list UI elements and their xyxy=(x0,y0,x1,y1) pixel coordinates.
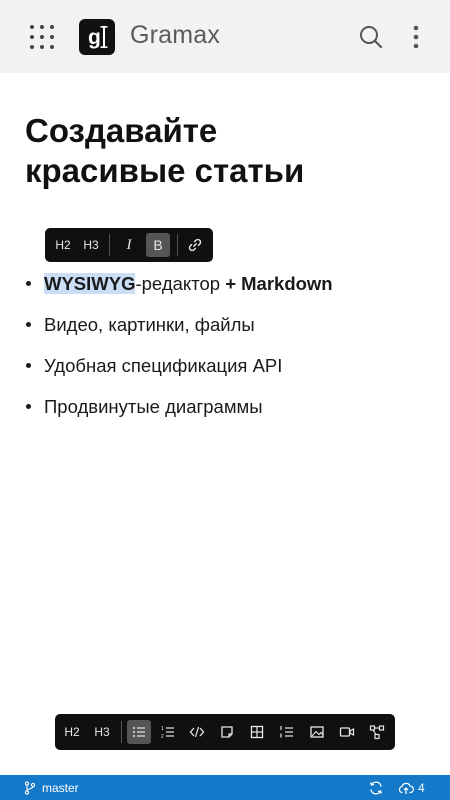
bold-button[interactable]: B xyxy=(146,233,170,257)
list-item[interactable]: Удобная спецификация API xyxy=(26,351,436,392)
bullet-dot xyxy=(26,322,31,327)
branch-switcher[interactable]: master xyxy=(24,780,79,796)
status-bar: master 4 xyxy=(0,775,450,800)
logo-letter: g xyxy=(88,26,101,49)
pending-count: 4 xyxy=(418,781,425,795)
feature-list[interactable]: WYSIWYG-редактор + Markdown Видео, карти… xyxy=(26,269,436,433)
toolbar-divider xyxy=(121,721,122,743)
git-branch-icon xyxy=(24,781,36,795)
app-title: Gramax xyxy=(130,21,221,49)
bullet-dot xyxy=(26,363,31,368)
selection-format-toolbar: H2 H3 I B xyxy=(45,228,213,262)
svg-text:1: 1 xyxy=(161,726,164,732)
list-item-text: Видео, картинки, файлы xyxy=(44,314,255,335)
app-header: g Gramax xyxy=(0,0,450,73)
image-icon[interactable] xyxy=(305,720,329,744)
bullet-dot xyxy=(26,281,31,286)
bullet-list-icon[interactable] xyxy=(127,720,151,744)
task-list-icon[interactable] xyxy=(275,720,299,744)
more-vertical-icon[interactable] xyxy=(404,24,428,50)
publish-changes[interactable]: 4 xyxy=(398,780,425,796)
list-item-text: Продвинутые диаграммы xyxy=(44,396,263,417)
ordered-list-icon[interactable]: 1 2 xyxy=(156,720,180,744)
list-item-bold-text: + Markdown xyxy=(225,273,333,294)
list-item-text: Удобная спецификация API xyxy=(44,355,283,376)
article-title[interactable]: Создавайте красивые статьи xyxy=(25,111,425,191)
heading2-button[interactable]: H2 xyxy=(60,720,84,744)
note-icon[interactable] xyxy=(215,720,239,744)
gramax-logo[interactable]: g xyxy=(79,19,115,55)
italic-button[interactable]: I xyxy=(117,233,141,257)
toolbar-divider xyxy=(177,234,178,256)
heading3-button[interactable]: H3 xyxy=(90,720,114,744)
video-icon[interactable] xyxy=(335,720,359,744)
heading3-button[interactable]: H3 xyxy=(79,233,103,257)
selected-text[interactable]: WYSIWYG xyxy=(44,273,136,294)
cloud-upload-icon xyxy=(398,782,414,794)
list-item[interactable]: Видео, картинки, файлы xyxy=(26,310,436,351)
link-icon[interactable] xyxy=(183,233,207,257)
bullet-dot xyxy=(26,404,31,409)
editor-toolbar: H2 H3 1 2 xyxy=(55,714,395,750)
sync-icon[interactable] xyxy=(368,780,384,796)
list-item[interactable]: Продвинутые диаграммы xyxy=(26,392,436,433)
apps-grid-icon[interactable] xyxy=(30,25,54,49)
search-icon[interactable] xyxy=(358,24,384,50)
code-icon[interactable] xyxy=(185,720,209,744)
article-title-line1: Создавайте xyxy=(25,112,218,149)
toolbar-divider xyxy=(109,234,110,256)
list-item-text: -редактор xyxy=(135,273,226,294)
table-icon[interactable] xyxy=(245,720,269,744)
list-item[interactable]: WYSIWYG-редактор + Markdown xyxy=(26,269,436,310)
article-title-line2: красивые статьи xyxy=(25,152,305,189)
svg-text:2: 2 xyxy=(161,734,164,740)
diagram-icon[interactable] xyxy=(365,720,389,744)
branch-name: master xyxy=(42,781,79,795)
heading2-button[interactable]: H2 xyxy=(51,233,75,257)
